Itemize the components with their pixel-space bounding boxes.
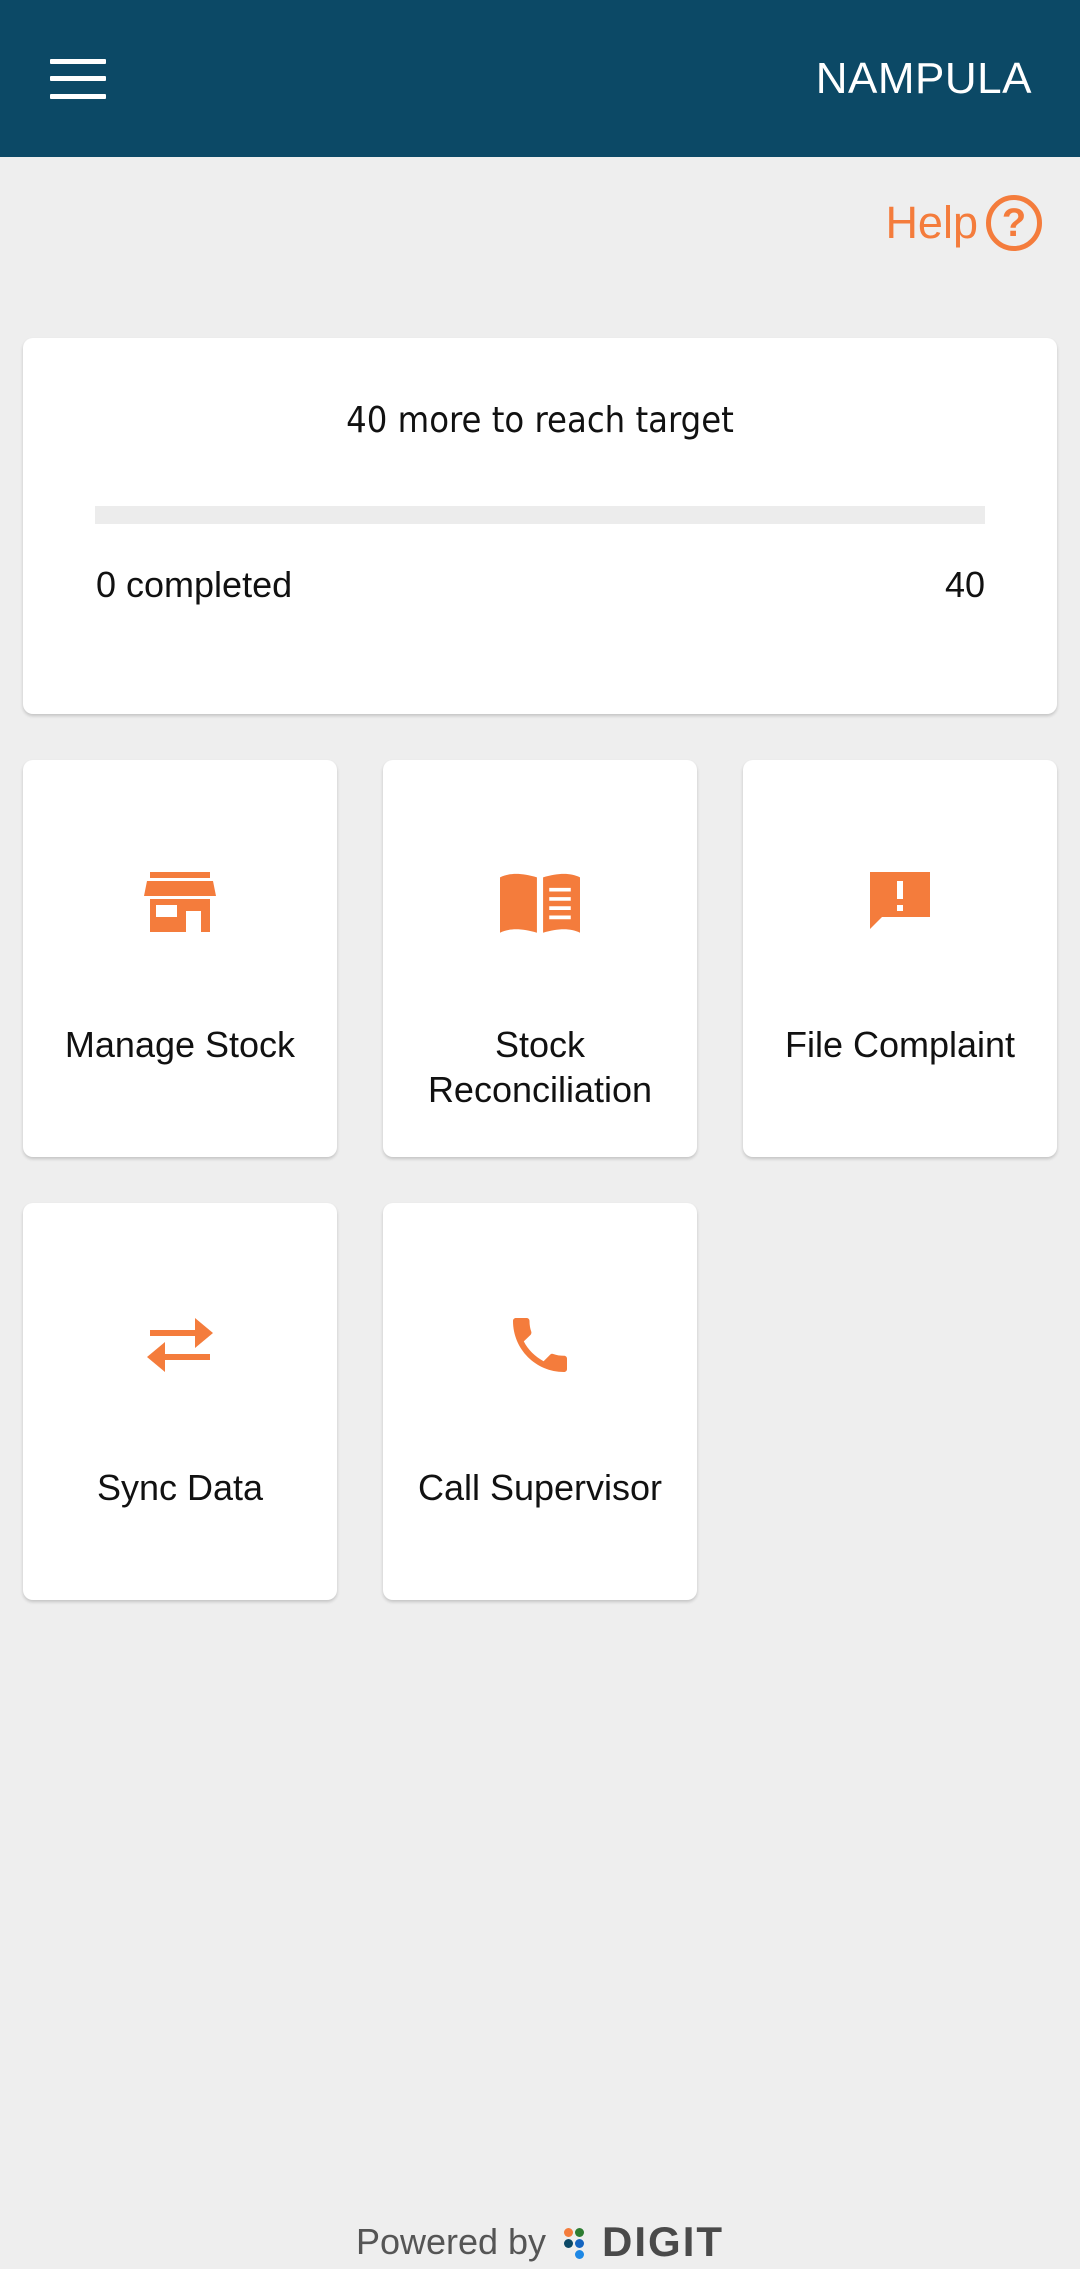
target-progress-card: 40 more to reach target 0 completed 40 xyxy=(23,338,1057,714)
powered-by-text: Powered by xyxy=(355,2221,547,2262)
feedback-alert-icon xyxy=(860,862,940,942)
stock-reconciliation-tile[interactable]: Stock Reconciliation xyxy=(383,760,697,1157)
digit-logo-dots-icon xyxy=(564,2224,594,2260)
progress-completed-label: 0 completed xyxy=(96,564,293,605)
help-circle-icon: ? xyxy=(986,195,1042,251)
digit-logo: DIGIT xyxy=(564,2218,724,2266)
progress-target-label: 40 xyxy=(944,564,985,605)
store-icon xyxy=(140,862,220,942)
call-supervisor-label: Call Supervisor xyxy=(417,1467,663,1508)
manage-stock-tile[interactable]: Manage Stock xyxy=(23,760,337,1157)
file-complaint-label: File Complaint xyxy=(784,1024,1016,1065)
call-supervisor-tile[interactable]: Call Supervisor xyxy=(383,1203,697,1600)
swap-arrows-icon xyxy=(140,1305,220,1385)
hamburger-menu-icon[interactable] xyxy=(50,58,106,99)
help-button[interactable]: Help ? xyxy=(885,195,1042,251)
progress-title: 40 more to reach target xyxy=(346,400,734,441)
digit-brand-text: DIGIT xyxy=(602,2218,725,2265)
stock-reconciliation-label: Stock Reconciliation xyxy=(427,1024,653,1110)
help-label: Help xyxy=(885,197,978,248)
powered-by-footer: Powered by DIGIT xyxy=(0,2218,1080,2266)
file-complaint-tile[interactable]: File Complaint xyxy=(743,760,1057,1157)
manage-stock-label: Manage Stock xyxy=(64,1024,296,1065)
progress-bar xyxy=(95,506,985,524)
phone-icon xyxy=(500,1305,580,1385)
open-book-icon xyxy=(500,862,580,942)
app-title: NAMPULA xyxy=(815,53,1032,103)
app-bar: NAMPULA xyxy=(0,0,1080,157)
sync-data-label: Sync Data xyxy=(96,1467,264,1508)
sync-data-tile[interactable]: Sync Data xyxy=(23,1203,337,1600)
